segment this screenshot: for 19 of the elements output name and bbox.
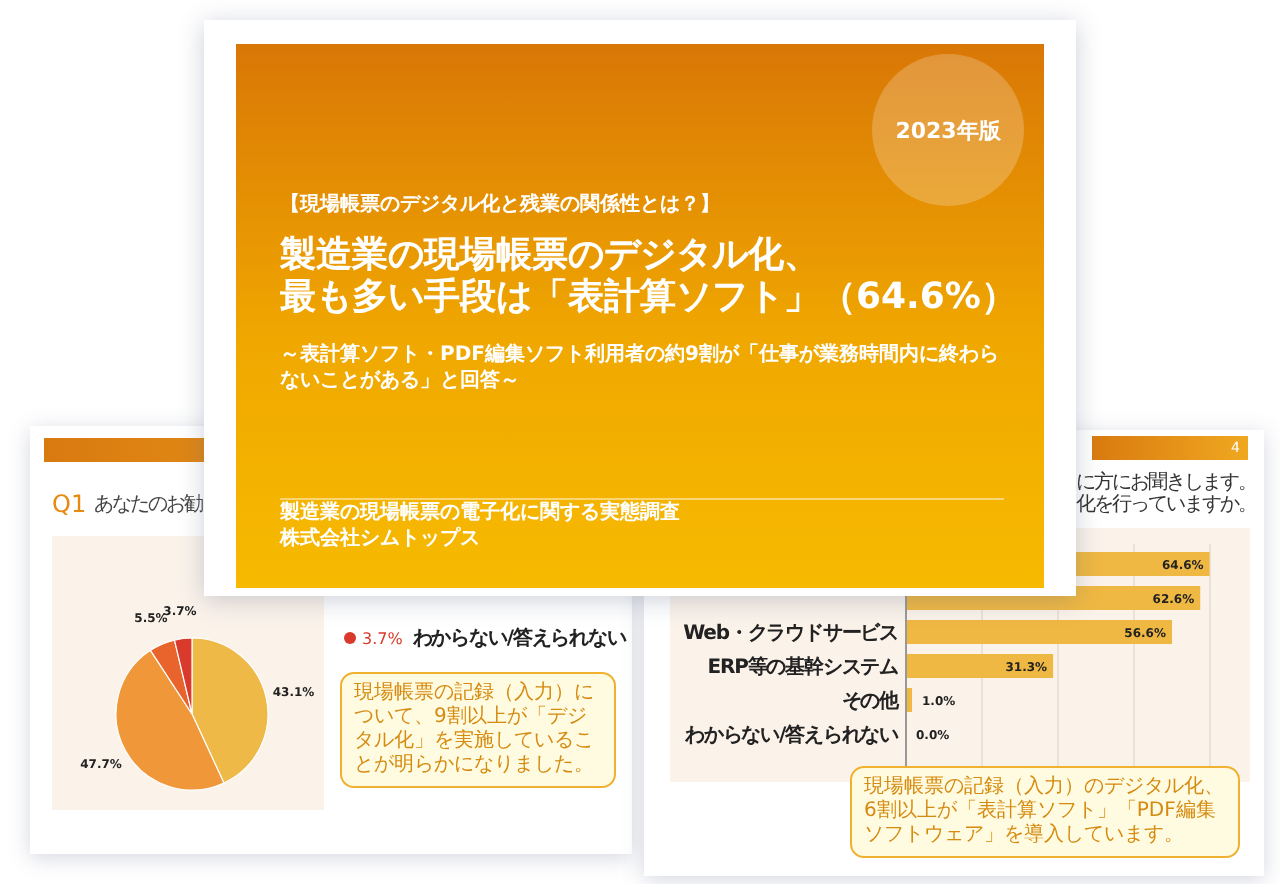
category-label: わからない/答えられない [685,725,898,747]
note-box: 現場帳票の記録（入力）のデジタル化、6割以上が「表計算ソフト」「PDF編集ソフトウェア」を導入しています。 [850,766,1240,858]
cover-kicker: 【現場帳票のデジタル化と残業の関係性とは？】 [280,191,722,218]
question-text: あなたのお勧 [94,492,203,518]
cover-footer-text: 株式会社シムトップス [280,526,482,552]
category-label: ERP等の基幹システム [707,657,898,679]
question-text: 化を行っていますか。 [1076,494,1258,516]
legend-label: わからない/答えられない [412,625,626,652]
question-number: Q1 [52,490,87,518]
bar [906,688,912,712]
cover-subtitle: ～表計算ソフト・PDF編集ソフト利用者の約9割が「仕事が業務時間内に終わらないことがある」と回答～ [280,342,1001,394]
category-label: その他 [841,691,898,713]
note-box: 現場帳票の記録（入力）について、9割以上が「デジタル化」を実施していることが明らかになりました。 [340,672,616,788]
cover-title: 製造業の現場帳票のデジタル化、 最も多い手段は「表計算ソフト」（64.6%） [280,234,1000,318]
legend-value: 3.7% [362,629,403,647]
question-text: に方にお聞きします。 [1076,472,1258,494]
cover-footer-text: 製造業の現場帳票の電子化に関する実態調査 [280,500,682,526]
edition-badge: 2023年版 [872,54,1024,206]
category-label: Web・クラウドサービス [683,623,898,645]
